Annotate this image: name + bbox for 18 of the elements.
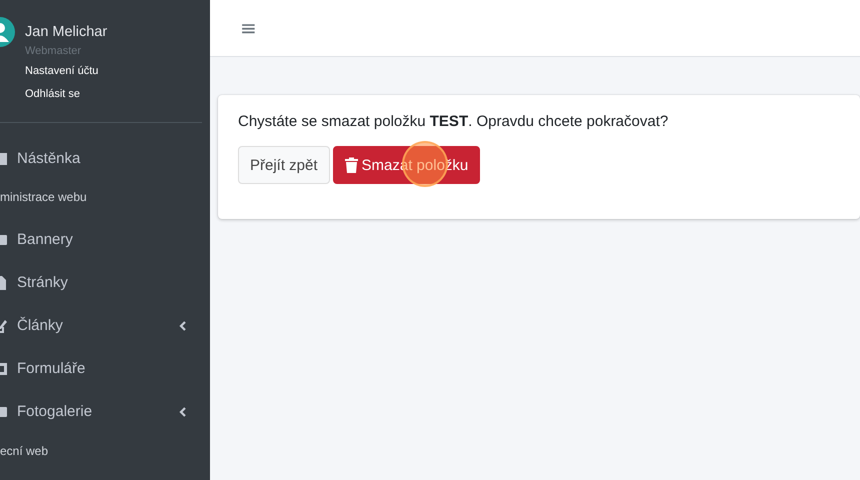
chevron-left-icon xyxy=(179,406,187,416)
confirm-message: Chystáte se smazat položku TEST. Opravdu chcete pokračovat? xyxy=(238,113,670,130)
menu-item[interactable]: Články xyxy=(0,304,210,347)
account-link[interactable]: Nastavení účtu xyxy=(25,59,98,83)
menu-button[interactable]: ≡ xyxy=(232,12,265,44)
menu-section-header: ministrace webu xyxy=(0,189,88,206)
menu-item[interactable]: Stránky xyxy=(0,261,210,304)
user-role: Webmaster xyxy=(25,44,82,59)
menu-item[interactable]: Formuláře xyxy=(0,347,210,390)
menu-item[interactable]: Nástěnka xyxy=(0,137,210,180)
back-button[interactable]: Přejít zpět xyxy=(238,146,330,184)
menu-item[interactable]: Fotogalerie xyxy=(0,390,210,433)
account-link[interactable]: Odhlásit se xyxy=(25,82,80,106)
menu-section-header: ecní web xyxy=(0,443,50,460)
trash-icon xyxy=(344,157,358,173)
chevron-left-icon xyxy=(179,320,187,330)
user-name: Jan Melichar xyxy=(25,23,108,42)
menu-item[interactable]: Bannery xyxy=(0,218,210,261)
